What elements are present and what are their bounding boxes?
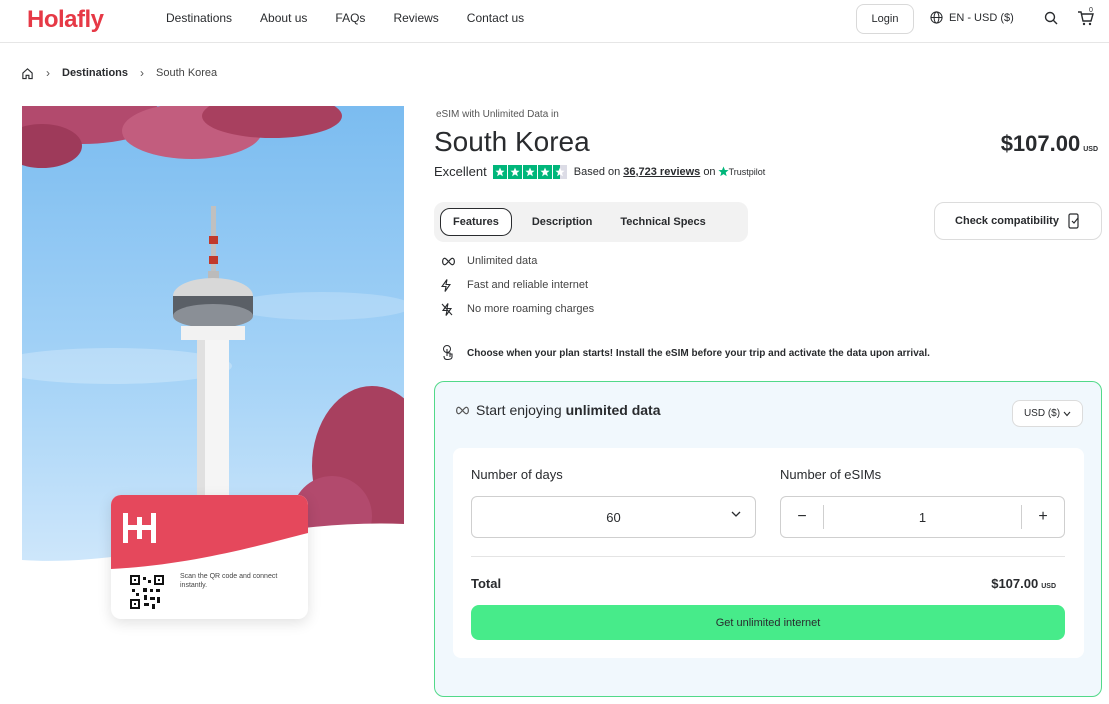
rating-word: Excellent bbox=[434, 164, 487, 179]
language-label: EN - USD ($) bbox=[949, 11, 1014, 24]
total-currency: USD bbox=[1041, 583, 1056, 590]
days-label: Number of days bbox=[471, 467, 563, 482]
holafly-logo[interactable]: Holafly bbox=[27, 6, 104, 34]
trustpilot-label: Trustpilot bbox=[728, 166, 766, 177]
currency-select[interactable]: USD ($) bbox=[1012, 400, 1083, 427]
plan-configurator: Number of days Number of eSIMs 60 − 1 + … bbox=[453, 448, 1084, 658]
days-select[interactable]: 60 bbox=[471, 496, 756, 538]
trustpilot-logo: Trustpilot bbox=[718, 166, 766, 177]
esims-value[interactable]: 1 bbox=[823, 505, 1022, 529]
infinity-icon bbox=[456, 406, 469, 414]
star-icon bbox=[507, 164, 522, 179]
site-header: Holafly Destinations About us FAQs Revie… bbox=[0, 0, 1109, 43]
star-icon bbox=[522, 164, 537, 179]
infinity-icon bbox=[442, 257, 455, 265]
total-price: $107.00 USD bbox=[991, 576, 1056, 591]
reviews-link[interactable]: 36,723 reviews bbox=[623, 166, 700, 178]
cart-count: 0 bbox=[1089, 7, 1093, 14]
plan-panel: Start enjoying unlimited data USD ($) Nu… bbox=[434, 381, 1102, 697]
star-icon bbox=[492, 164, 507, 179]
tab-technical-specs[interactable]: Technical Specs bbox=[608, 208, 717, 236]
divider bbox=[471, 556, 1065, 557]
list-item: Fast and reliable internet bbox=[441, 273, 594, 297]
total-label: Total bbox=[471, 576, 502, 591]
esims-stepper: − 1 + bbox=[780, 496, 1065, 538]
chevron-down-icon bbox=[1063, 411, 1071, 416]
phone-check-icon bbox=[1068, 213, 1079, 229]
search-icon[interactable] bbox=[1044, 11, 1058, 25]
nav-reviews[interactable]: Reviews bbox=[393, 11, 438, 25]
feature-text: Unlimited data bbox=[467, 255, 538, 267]
plan-heading-bold: unlimited data bbox=[565, 402, 661, 418]
feature-list: Unlimited data Fast and reliable interne… bbox=[441, 249, 594, 321]
half-star-icon bbox=[552, 164, 567, 179]
price-value: $107.00 bbox=[1000, 131, 1081, 156]
plan-heading-prefix: Start enjoying bbox=[476, 402, 562, 418]
trustpilot-star-icon bbox=[718, 166, 729, 177]
no-roaming-icon bbox=[441, 302, 453, 316]
tab-description[interactable]: Description bbox=[520, 208, 605, 236]
breadcrumb-destinations[interactable]: Destinations bbox=[62, 67, 128, 79]
on-label: on bbox=[703, 165, 716, 178]
product-subtitle: eSIM with Unlimited Data in bbox=[436, 109, 559, 120]
rating-stars bbox=[492, 164, 567, 179]
home-icon[interactable] bbox=[21, 67, 34, 80]
nav-about-us[interactable]: About us bbox=[260, 11, 307, 25]
list-item: Unlimited data bbox=[441, 249, 594, 273]
star-icon bbox=[537, 164, 552, 179]
based-on-label: Based on bbox=[573, 165, 621, 178]
currency-select-value: USD ($) bbox=[1023, 408, 1061, 419]
main-nav: Destinations About us FAQs Reviews Conta… bbox=[166, 0, 552, 36]
cart-button[interactable]: 0 bbox=[1077, 7, 1095, 32]
page-title: South Korea bbox=[434, 126, 590, 157]
qr-instruction: Scan the QR code and connect instantly. bbox=[180, 573, 278, 589]
plan-heading: Start enjoying unlimited data bbox=[455, 402, 661, 418]
chevron-down-icon bbox=[731, 511, 741, 517]
esim-card: Scan the QR code and connect instantly. bbox=[111, 495, 308, 619]
feature-text: No more roaming charges bbox=[467, 303, 595, 315]
price-currency: USD bbox=[1083, 146, 1098, 153]
activation-info: Choose when your plan starts! Install th… bbox=[441, 344, 930, 363]
get-unlimited-internet-button[interactable]: Get unlimited internet bbox=[471, 605, 1065, 640]
activation-text: Choose when your plan starts! Install th… bbox=[467, 348, 930, 359]
list-item: No more roaming charges bbox=[441, 297, 594, 321]
login-button[interactable]: Login bbox=[856, 4, 914, 34]
product-tabs: Features Description Technical Specs bbox=[434, 202, 748, 242]
tab-features[interactable]: Features bbox=[440, 208, 512, 236]
language-selector[interactable]: EN - USD ($) bbox=[930, 11, 1014, 24]
nav-faqs[interactable]: FAQs bbox=[335, 11, 365, 25]
breadcrumb: › Destinations › South Korea bbox=[21, 66, 217, 80]
globe-icon bbox=[930, 11, 943, 24]
decrement-button[interactable]: − bbox=[781, 497, 823, 537]
days-value: 60 bbox=[606, 509, 621, 525]
touch-icon bbox=[443, 345, 453, 361]
check-compatibility-label: Check compatibility bbox=[955, 215, 1059, 227]
product-price: $107.00 USD bbox=[1001, 131, 1098, 157]
breadcrumb-current: South Korea bbox=[156, 67, 218, 79]
qr-code-icon bbox=[130, 575, 164, 609]
chevron-right-icon: › bbox=[46, 66, 50, 80]
trustpilot-rating: Excellent Based on 36,723 reviews on Tru… bbox=[434, 164, 765, 179]
esim-card-header bbox=[111, 495, 308, 569]
check-compatibility-button[interactable]: Check compatibility bbox=[934, 202, 1102, 240]
nav-contact-us[interactable]: Contact us bbox=[467, 11, 524, 25]
increment-button[interactable]: + bbox=[1022, 497, 1064, 537]
total-value: $107.00 bbox=[991, 576, 1039, 591]
feature-text: Fast and reliable internet bbox=[467, 279, 589, 291]
lightning-icon bbox=[441, 278, 451, 292]
chevron-right-icon: › bbox=[140, 66, 145, 80]
esims-label: Number of eSIMs bbox=[780, 467, 882, 482]
nav-destinations[interactable]: Destinations bbox=[166, 11, 232, 25]
